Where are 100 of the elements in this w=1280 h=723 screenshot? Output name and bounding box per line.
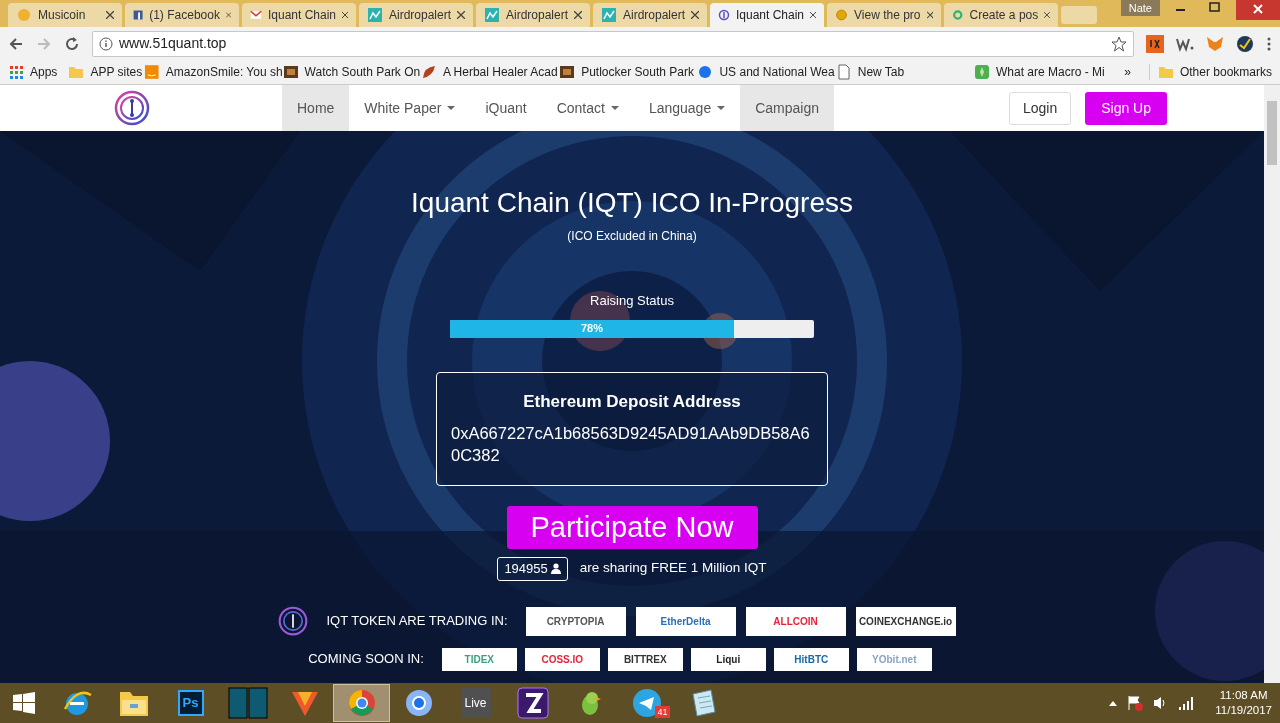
taskbar-app[interactable]: 41 [618, 684, 675, 722]
photoshop-app-icon[interactable]: Ps [177, 690, 204, 716]
bookmark[interactable]: APP sites [68, 63, 145, 81]
bookmark-favicon-icon [697, 64, 714, 80]
browser-tab[interactable]: Musicoin [8, 3, 122, 27]
nav-item[interactable]: Language [633, 85, 741, 131]
bookmark[interactable]: New Tab [835, 63, 974, 81]
browser-tab[interactable]: Iquant Chain [242, 3, 356, 27]
close-icon[interactable] [691, 11, 699, 19]
bookmark-favicon-icon [974, 64, 990, 80]
clock[interactable]: 11:08 AM 11/19/2017 [1215, 688, 1272, 718]
address-field[interactable]: www.51quant.top [92, 30, 1134, 57]
tab-title: Musicoin [38, 7, 87, 24]
star-icon[interactable] [1111, 35, 1127, 52]
exchange-logo[interactable]: ALLCOIN [745, 606, 846, 636]
circle-logo-icon [403, 688, 434, 718]
extension-icon[interactable] [1236, 34, 1254, 53]
signup-button[interactable]: Sign Up [1085, 91, 1167, 125]
close-icon[interactable] [926, 11, 933, 19]
close-icon[interactable] [1236, 0, 1280, 20]
bookmark[interactable]: A Herbal Healer Acad [420, 63, 560, 81]
bookmark[interactable]: Watch South Park On [282, 63, 421, 81]
browser-tab[interactable]: (1) Facebook [125, 3, 239, 27]
exchange-logo[interactable]: CRYPTOPIA [525, 606, 626, 636]
close-icon[interactable] [457, 11, 465, 19]
bookmark-favicon-icon [559, 64, 576, 80]
hero-subtitle: (ICO Excluded in China) [567, 228, 697, 245]
close-icon[interactable] [106, 11, 114, 19]
bookmark-favicon-icon [144, 64, 160, 80]
nav-item[interactable]: White Paper [349, 85, 471, 131]
folder-icon [1157, 64, 1174, 80]
login-button[interactable]: Login [1008, 91, 1072, 125]
participate-button[interactable]: Participate Now [506, 505, 758, 549]
signal-icon[interactable] [1179, 696, 1196, 710]
exchange-logo[interactable]: EtherDelta [635, 606, 736, 636]
bookmark[interactable]: What are Macro - Mi [974, 63, 1113, 81]
nav-item[interactable]: Campaign [740, 85, 835, 131]
tab-favicon-icon [835, 7, 848, 23]
taskbar-app[interactable]: Ps [162, 684, 219, 722]
profile-name[interactable]: Nate [1120, 0, 1160, 16]
tab-title: Iquant Chain [735, 7, 804, 24]
bookmark[interactable]: AmazonSmile: You sh [144, 63, 283, 81]
browser-tab[interactable]: Airdropalert [359, 3, 473, 27]
raising-status-label: Raising Status [590, 292, 674, 310]
bookmark[interactable]: Apps [8, 63, 69, 81]
tab-favicon-icon [367, 7, 383, 23]
browser-tab[interactable]: View the pro [827, 3, 941, 27]
logo-icon[interactable] [114, 90, 150, 126]
bookmark[interactable]: US and National Wea [697, 63, 836, 81]
sharing-text: are sharing FREE 1 Million IQT [579, 559, 767, 578]
browser-tab[interactable]: Create a pos [944, 3, 1058, 27]
close-icon[interactable] [342, 11, 348, 19]
extension-icon[interactable] [1146, 34, 1164, 53]
browser-tab[interactable]: Airdropalert [593, 3, 707, 27]
flag-icon[interactable] [1127, 695, 1144, 711]
participant-counter: 194955 [497, 556, 568, 581]
tab-favicon-icon [718, 7, 730, 23]
tab-title: Iquant Chain [267, 7, 336, 24]
windows-start-icon[interactable] [13, 692, 35, 714]
book-icon [227, 687, 268, 719]
tab-title: View the pro [854, 7, 921, 24]
apps-grid-icon [8, 64, 24, 80]
other-bookmarks[interactable]: Other bookmarks [1157, 63, 1272, 81]
hero-title: Iquant Chain (IQT) ICO In-Progress [411, 186, 853, 220]
bookmark[interactable]: Putlocker South Park [559, 63, 698, 81]
back-icon[interactable] [8, 35, 24, 52]
browser-tab[interactable]: Airdropalert [476, 3, 590, 27]
live-app-icon[interactable]: Live [460, 688, 491, 718]
taskbar-app[interactable]: Live [447, 684, 504, 722]
nav-item[interactable]: iQuant [470, 85, 542, 131]
menu-icon[interactable] [1266, 35, 1272, 52]
nav-item[interactable]: Contact [541, 85, 634, 131]
chrome-icon [346, 688, 377, 718]
url-text: www.51quant.top [119, 34, 228, 53]
user-icon [550, 563, 561, 574]
close-icon[interactable] [810, 11, 816, 19]
tab-title: (1) Facebook [149, 7, 220, 24]
exchange-logo[interactable]: COINEXCHANGE.io [855, 606, 956, 636]
folder-icon [68, 64, 85, 80]
deposit-title: Ethereum Deposit Address [522, 390, 742, 413]
deposit-address: 0xA667227cA1b68563D9245AD91AAb9DB58A60C382 [451, 423, 811, 466]
caret-up-icon[interactable] [1109, 700, 1118, 706]
trading-label: IQT TOKEN ARE TRADING IN: [326, 612, 508, 631]
tab-title: Airdropalert [623, 7, 685, 24]
scrollbar[interactable] [1264, 85, 1280, 683]
close-icon[interactable] [574, 11, 582, 19]
tab-favicon-icon [484, 7, 500, 23]
coming-soon-label: COMING SOON IN: [308, 650, 424, 669]
close-icon[interactable] [1044, 11, 1050, 19]
logo-icon [278, 606, 309, 636]
reload-icon[interactable] [64, 35, 80, 52]
scrollbar-thumb[interactable] [1267, 101, 1277, 165]
nav-item[interactable]: Home [282, 85, 350, 131]
tab-favicon-icon [601, 7, 617, 23]
tab-favicon-icon [16, 7, 32, 23]
info-icon[interactable] [99, 36, 113, 51]
more-bookmarks-button[interactable]: » [1124, 63, 1131, 81]
bookmark-favicon-icon [835, 64, 852, 80]
browser-tab[interactable]: Iquant Chain [710, 3, 824, 27]
tab-title: Create a pos [969, 7, 1039, 24]
